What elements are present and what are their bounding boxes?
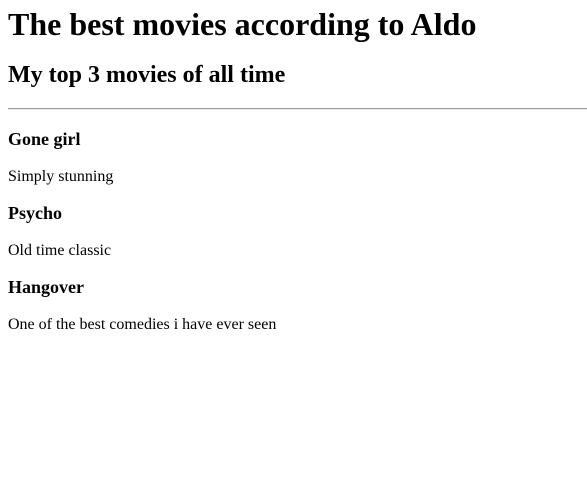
- movie-title: Gone girl: [8, 129, 81, 149]
- movie-title: Hangover: [8, 277, 84, 297]
- movie-title: Psycho: [8, 203, 62, 223]
- movie-description: Old time classic: [8, 242, 112, 259]
- movie-description: One of the best comedies i have ever see…: [8, 316, 277, 333]
- movie-description: Simply stunning: [8, 168, 114, 185]
- movie-list: Gone girl Simply stunning Psycho Old tim…: [8, 129, 579, 334]
- movie-item-psycho: Psycho Old time classic: [8, 203, 579, 260]
- movie-item-hangover: Hangover One of the best comedies i have…: [8, 277, 579, 334]
- page-subtitle: My top 3 movies of all time: [8, 62, 286, 88]
- movie-item-gone-girl: Gone girl Simply stunning: [8, 129, 579, 186]
- divider: [8, 108, 587, 110]
- page-title: The best movies according to Aldo: [8, 6, 477, 42]
